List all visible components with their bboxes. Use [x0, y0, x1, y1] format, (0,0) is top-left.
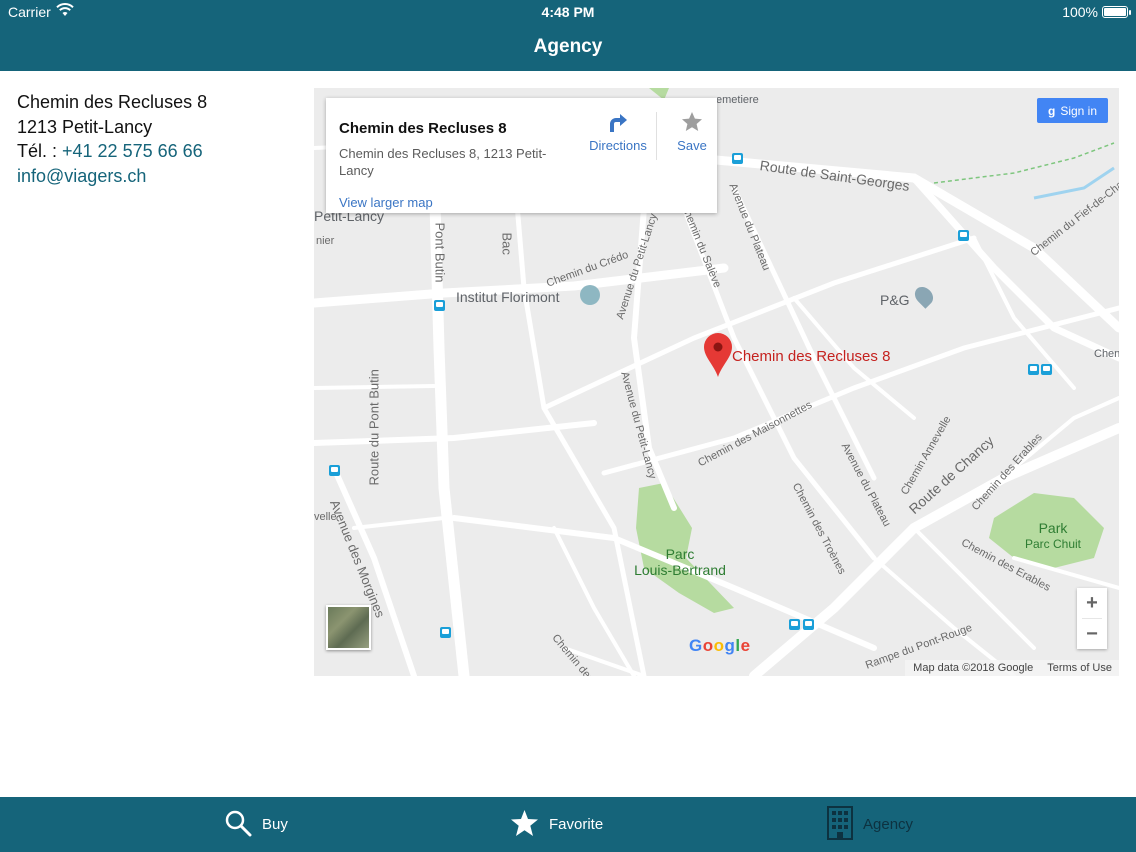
- tab-favorite-label: Favorite: [549, 816, 604, 833]
- transit-stop-icon[interactable]: [732, 153, 743, 164]
- phone-label: Tél. :: [17, 141, 63, 161]
- navigation-bar: Carrier 4:48 PM 100% Agency: [0, 0, 1136, 71]
- street-route-pont-butin: Route du Pont Butin: [366, 369, 382, 486]
- transit-stop-icon[interactable]: [1028, 364, 1039, 375]
- page-title: Agency: [533, 36, 603, 57]
- tab-buy[interactable]: Buy: [224, 797, 288, 852]
- transit-stop-icon[interactable]: [789, 619, 800, 630]
- agency-street: Chemin des Recluses 8: [17, 92, 208, 112]
- tab-bar: Buy Favorite Agency: [0, 797, 1136, 852]
- star-icon: [510, 809, 539, 841]
- terms-of-use-link[interactable]: Terms of Use: [1047, 662, 1112, 674]
- street-pont-butin: Pont Butin: [432, 222, 448, 283]
- view-larger-map-link[interactable]: View larger map: [339, 195, 433, 210]
- park-chuit[interactable]: Park Parc Chuit: [1008, 520, 1098, 552]
- battery-indicator: 100%: [1062, 4, 1131, 20]
- zoom-control: + −: [1077, 588, 1107, 649]
- agency-phone-row: Tél. : +41 22 575 66 66: [17, 139, 207, 164]
- star-outline-icon: [670, 110, 714, 134]
- street-bac: Bac: [499, 232, 515, 255]
- building-icon: [827, 805, 853, 844]
- transit-stop-icon[interactable]: [958, 230, 969, 241]
- tab-agency-label: Agency: [863, 816, 914, 833]
- directions-button[interactable]: Directions: [578, 110, 658, 153]
- card-divider: [656, 112, 657, 160]
- park-louis-bertrand-line2: Louis-Bertrand: [634, 562, 726, 578]
- pin-label: Chemin des Recluses 8: [732, 348, 891, 365]
- tab-agency[interactable]: Agency: [827, 797, 913, 852]
- agency-city: 1213 Petit-Lancy: [17, 116, 153, 137]
- transit-stop-icon[interactable]: [434, 300, 445, 311]
- battery-icon: [1102, 6, 1131, 18]
- google-g-icon: g: [1047, 103, 1056, 118]
- tab-buy-label: Buy: [262, 816, 288, 833]
- tab-favorite[interactable]: Favorite: [510, 797, 603, 852]
- location-pin-icon[interactable]: [704, 333, 732, 382]
- zoom-out-button[interactable]: −: [1077, 619, 1107, 649]
- poi-chen: Chen: [1094, 348, 1119, 360]
- place-info-card: Chemin des Recluses 8 Chemin des Recluse…: [326, 98, 717, 213]
- email-link[interactable]: info@viagers.ch: [17, 166, 146, 186]
- battery-percent: 100%: [1062, 4, 1098, 20]
- school-icon: [580, 285, 600, 305]
- map-view[interactable]: Institut Florimont P&G Petit-Lancy emeti…: [314, 88, 1119, 676]
- save-label: Save: [677, 138, 707, 153]
- poi-cemetery: emetiere: [716, 94, 759, 106]
- park-louis-bertrand-line1: Parc: [665, 546, 695, 562]
- sign-in-label: Sign in: [1060, 103, 1098, 118]
- sign-in-button[interactable]: g Sign in: [1037, 98, 1108, 123]
- park-louis-bertrand[interactable]: Parc Louis-Bertrand: [610, 546, 750, 578]
- zoom-in-button[interactable]: +: [1077, 588, 1107, 618]
- street-velle: velle: [314, 511, 337, 523]
- transit-stop-icon[interactable]: [440, 627, 451, 638]
- poi-institut-florimont[interactable]: Institut Florimont: [456, 289, 559, 305]
- clock: 4:48 PM: [541, 4, 595, 20]
- directions-label: Directions: [589, 138, 647, 153]
- park-chuit-line2: Parc Chuit: [1024, 537, 1082, 551]
- park-chuit-line1: Park: [1038, 520, 1068, 536]
- app-screen: Carrier 4:48 PM 100% Agency Chemin des R…: [0, 0, 1136, 852]
- save-button[interactable]: Save: [670, 110, 714, 153]
- search-icon: [224, 809, 252, 841]
- map-attribution: Map data ©2018 Google Terms of Use: [905, 660, 1119, 676]
- poi-pg[interactable]: P&G: [880, 292, 910, 308]
- satellite-toggle[interactable]: [326, 605, 371, 650]
- place-address: Chemin des Recluses 8, 1213 Petit-Lancy: [339, 146, 547, 178]
- transit-stop-icon[interactable]: [803, 619, 814, 630]
- phone-link[interactable]: +41 22 575 66 66: [62, 141, 203, 161]
- google-logo: Google: [689, 636, 751, 655]
- place-name: Chemin des Recluses 8: [339, 120, 507, 137]
- street-nier: nier: [316, 235, 335, 247]
- directions-icon: [578, 110, 658, 134]
- agency-info: Chemin des Recluses 8 1213 Petit-Lancy T…: [17, 90, 207, 188]
- status-bar: Carrier 4:48 PM 100%: [0, 0, 1136, 24]
- map-data-label: Map data ©2018 Google: [913, 662, 1034, 674]
- transit-stop-icon[interactable]: [1041, 364, 1052, 375]
- transit-stop-icon[interactable]: [329, 465, 340, 476]
